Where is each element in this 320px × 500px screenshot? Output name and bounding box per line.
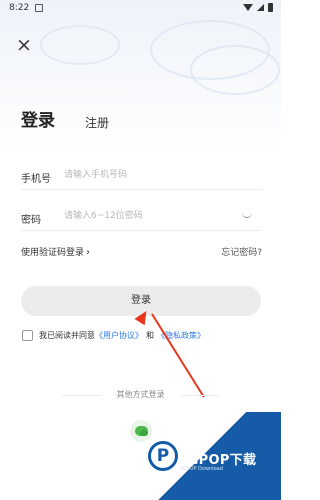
watermark-subtext: PCPOP Download <box>180 466 223 472</box>
status-icons <box>243 3 273 12</box>
forgot-password-link[interactable]: 忘记密码? <box>221 245 262 258</box>
phone-label: 手机号 <box>21 174 51 185</box>
close-icon[interactable]: × <box>15 36 33 55</box>
tab-login[interactable]: 登录 <box>21 106 55 131</box>
other-login-title: 其他方式登录 <box>116 390 165 399</box>
agreement-checkbox[interactable] <box>22 330 33 341</box>
watermark-logo: P <box>148 441 178 471</box>
sms-login-link[interactable]: 使用验证码登录 › <box>21 245 90 258</box>
status-bar: 8:22 <box>0 0 281 16</box>
cloud-decoration <box>190 45 280 95</box>
tab-register[interactable]: 注册 <box>85 114 109 131</box>
notification-icon <box>35 4 43 12</box>
status-time: 8:22 <box>9 3 30 13</box>
cloud-decoration <box>40 25 120 65</box>
phone-divider <box>21 189 262 190</box>
password-divider <box>21 230 262 231</box>
annotation-arrow <box>151 313 205 398</box>
other-login-divider-right <box>180 395 220 396</box>
password-label: 密码 <box>21 215 41 226</box>
phone-input[interactable] <box>64 166 244 184</box>
user-agreement-link[interactable]: 《用户协议》 <box>95 330 143 341</box>
wifi-icon <box>243 4 253 11</box>
password-input[interactable] <box>64 207 244 225</box>
agreement-row: 我已阅读并同意 《用户协议》 和 《隐私政策》 <box>22 330 205 341</box>
agreement-and: 和 <box>146 331 154 340</box>
signal-icon <box>257 4 264 11</box>
sms-login-label: 使用验证码登录 <box>21 248 85 258</box>
battery-icon <box>268 3 273 12</box>
chevron-right-icon: › <box>86 247 91 258</box>
eye-closed-icon[interactable] <box>242 212 252 218</box>
agreement-text: 我已阅读并同意 <box>39 331 95 340</box>
